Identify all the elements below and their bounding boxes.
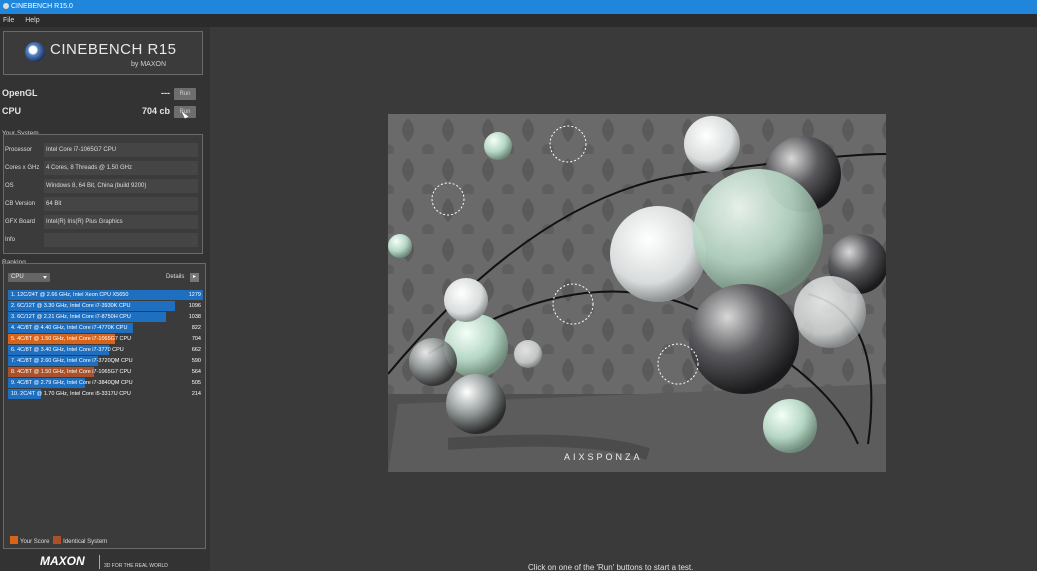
maxon-tagline: 3D FOR THE REAL WORLD [104,563,168,569]
ranking-row-score: 704 [191,336,201,342]
ranking-row-score: 564 [191,369,201,375]
ranking-row-score: 505 [191,380,201,386]
ranking-row-label: 7. 4C/8T @ 2.60 GHz, Intel Core i7-3720Q… [11,358,133,364]
ranking-row-label: 9. 4C/8T @ 2.79 GHz, Intel Core i7-3840Q… [11,380,133,386]
ranking-row-label: 8. 4C/8T @ 1.50 GHz, Intel Core i7-1065G… [11,369,132,375]
sys-value: 64 Bit [44,197,198,211]
ranking-row-label: 4. 4C/8T @ 4.40 GHz, Intel Core i7-4770K… [11,325,128,331]
info-field[interactable] [44,233,198,247]
ranking-row[interactable]: 9. 4C/8T @ 2.79 GHz, Intel Core i7-3840Q… [8,378,203,388]
cpu-score: 704 cb [141,106,170,116]
sys-row-info: Info [4,233,202,249]
ranking-row[interactable]: 1. 12C/24T @ 2.66 GHz, Intel Xeon CPU X5… [8,290,203,300]
sys-value: Intel Core i7-1065G7 CPU [44,143,198,157]
sys-key: Info [5,237,16,243]
sys-key: CB Version [5,201,36,207]
ranking-row[interactable]: 8. 4C/8T @ 1.50 GHz, Intel Core i7-1065G… [8,367,203,377]
status-message: Click on one of the 'Run' buttons to sta… [528,563,694,571]
menu-help[interactable]: Help [25,17,39,24]
ranking-row[interactable]: 6. 4C/8T @ 3.40 GHz, Intel Core i7-3770 … [8,345,203,355]
ranking-panel: CPU Details ▸ 1. 12C/24T @ 2.66 GHz, Int… [3,263,206,549]
menu-bar: File Help [0,14,1037,27]
left-panel: CINEBENCH R15 by MAXON OpenGL --- Run CP… [0,27,210,571]
ranking-row-score: 662 [191,347,201,353]
sys-row-gfx: GFX Board Intel(R) Iris(R) Plus Graphics [4,215,202,231]
ranking-row[interactable]: 3. 6C/12T @ 2.21 GHz, Intel Core i7-8750… [8,312,203,322]
legend-your-score: Your Score [20,539,50,545]
ranking-row-score: 822 [191,325,201,331]
sys-key: GFX Board [5,219,36,225]
menu-file[interactable]: File [3,17,14,24]
render-image: AIXSPONZA [387,114,888,472]
ranking-row[interactable]: 2. 6C/12T @ 3.30 GHz, Intel Core i7-3930… [8,301,203,311]
legend-identical: Identical System [63,539,108,545]
opengl-label: OpenGL [2,88,38,98]
sys-value: Intel(R) Iris(R) Plus Graphics [44,215,198,229]
logo-panel: CINEBENCH R15 by MAXON [3,31,203,75]
ranking-row-score: 1096 [188,303,201,309]
maxon-logo: MAXON [40,554,85,568]
logo-title: CINEBENCH R15 [50,41,177,58]
ranking-row-label: 6. 4C/8T @ 3.40 GHz, Intel Core i7-3770 … [11,347,124,353]
cpu-label: CPU [2,106,22,116]
footer-divider [99,555,100,569]
sys-key: OS [5,183,14,189]
ranking-row-score: 1279 [188,292,201,298]
sys-row-cores: Cores x GHz 4 Cores, 8 Threads @ 1.50 GH… [4,161,202,177]
your-system-panel: Processor Intel Core i7-1065G7 CPU Cores… [3,134,203,254]
ranking-row-label: 2. 6C/12T @ 3.30 GHz, Intel Core i7-3930… [11,303,131,309]
ranking-type-select[interactable]: CPU [8,273,50,282]
ranking-row[interactable]: 4. 4C/8T @ 4.40 GHz, Intel Core i7-4770K… [8,323,203,333]
ranking-row-score: 214 [191,391,201,397]
window-title: CINEBENCH R15.0 [11,3,73,10]
sys-value: 4 Cores, 8 Threads @ 1.50 GHz [44,161,198,175]
ranking-row-label: 5. 4C/8T @ 1.50 GHz, Intel Core i7-1065G… [11,336,132,342]
opengl-score: --- [161,88,170,98]
cinebench-logo-icon [25,42,45,62]
ranking-row-score: 1038 [188,314,201,320]
logo-subtitle: by MAXON [131,61,167,68]
window-titlebar: CINEBENCH R15.0 [0,0,1037,14]
identical-system-swatch [53,536,62,544]
sys-key: Cores x GHz [5,165,40,171]
ranking-row-label: 3. 6C/12T @ 2.21 GHz, Intel Core i7-8750… [11,314,131,320]
cinebench-app-icon [3,3,9,9]
sys-row-processor: Processor Intel Core i7-1065G7 CPU [4,143,202,159]
ranking-row[interactable]: 5. 4C/8T @ 1.50 GHz, Intel Core i7-1065G… [8,334,203,344]
details-arrow-button[interactable]: ▸ [190,273,199,282]
sys-value: Windows 8, 64 Bit, China (build 9200) [44,179,198,193]
your-score-swatch [10,536,18,544]
ranking-row-score: 590 [191,358,201,364]
render-preview: AIXSPONZA [387,114,888,472]
chevron-down-icon [43,276,47,279]
details-label: Details [166,274,185,280]
sys-row-os: OS Windows 8, 64 Bit, China (build 9200) [4,179,202,195]
sys-key: Processor [5,147,33,153]
ranking-row[interactable]: 10. 2C/4T @ 1.70 GHz, Intel Core i5-3317… [8,389,203,399]
ranking-row-label: 1. 12C/24T @ 2.66 GHz, Intel Xeon CPU X5… [11,292,129,298]
ranking-type-value: CPU [11,274,24,280]
opengl-run-button[interactable]: Run [174,88,196,100]
ranking-legend: Your Score Identical System [10,536,107,545]
ranking-row-label: 10. 2C/4T @ 1.70 GHz, Intel Core i5-3317… [11,391,131,397]
render-watermark: AIXSPONZA [564,452,643,462]
sys-row-cb-version: CB Version 64 Bit [4,197,202,213]
ranking-row[interactable]: 7. 4C/8T @ 2.60 GHz, Intel Core i7-3720Q… [8,356,203,366]
